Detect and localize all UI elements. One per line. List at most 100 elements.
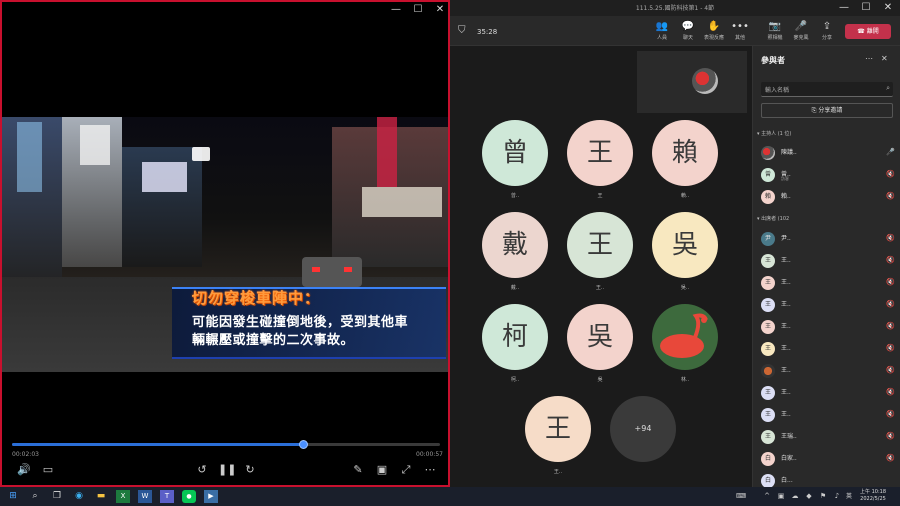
share-button[interactable]: ⇪ 分享 [815,21,839,41]
participant-tile[interactable]: 曾 [482,120,548,186]
participant-row[interactable]: 尹尹.. 🔇 [761,230,895,250]
participant-row[interactable]: 王王.. 🔇 [761,318,895,338]
overflow-count: +94 [634,424,652,433]
people-button[interactable]: 👥 人員 [650,21,674,41]
avatar: 王 [761,342,775,356]
organizers-header[interactable]: ▾ 主持人 (1 位) [757,130,791,137]
media-player-icon[interactable]: ▶ [204,490,218,503]
participant-row[interactable]: 王王.. 🔇 [761,274,895,294]
participant-row[interactable]: 王王.. 🔇 [761,384,895,404]
meeting-toolbar: ⛉ 35:28 👥 人員 💬 聊天 ✋ 表現反應 ••• 其他 📷 照相機 🎤 … [450,16,900,46]
avatar: 白 [761,452,775,466]
word-icon[interactable]: W [138,490,152,503]
close-icon[interactable]: ✕ [430,4,450,15]
excel-icon[interactable]: X [116,490,130,503]
participant-tile[interactable]: 吳 [567,304,633,370]
start-windows-icon[interactable]: ⊞ [6,490,20,503]
participant-tile[interactable] [652,304,718,370]
chevron-up-icon[interactable]: ^ [760,490,774,503]
participant-tile[interactable]: 柯 [482,304,548,370]
share-invite-label: 分享邀請 [818,107,843,114]
minimize-icon[interactable]: — [386,4,406,15]
maximize-icon[interactable]: ☐ [408,4,428,15]
teams-titlebar: 111.5.25.國防科技第1 - 4節 — ☐ ✕ [450,0,900,16]
reactions-button[interactable]: ✋ 表現反應 [702,21,726,41]
flag-icon[interactable]: ⚑ [816,490,830,503]
keyboard-icon[interactable]: ⌨ [734,490,748,503]
miniplayer-icon[interactable]: ▣ [374,462,390,478]
teams-meeting-window: 111.5.25.國防科技第1 - 4節 — ☐ ✕ ⛉ 35:28 👥 人員 … [450,0,900,487]
pause-icon[interactable]: ❚❚ [218,462,236,478]
hangup-icon: ☎ [857,28,867,35]
participant-row[interactable]: 賴 賴.. 🔇 [761,188,895,208]
participant-row[interactable]: 陳議.. 🎤 [761,144,895,164]
chat-label: 聊天 [682,35,693,41]
participant-row[interactable]: 王.. 🔇 [761,362,895,382]
participant-row[interactable]: 王王.. 🔇 [761,406,895,426]
tile-initial: 王 [586,138,613,168]
ime-language[interactable]: 英 [842,490,856,503]
participant-tile[interactable]: 賴 [652,120,718,186]
participant-tile[interactable]: 王 [567,212,633,278]
participant-row[interactable]: 白白家.. 🔇 [761,450,895,470]
tile-name: 王.. [595,285,605,291]
avatar: 尹 [761,232,775,246]
volume-icon[interactable]: 🔊 [16,462,32,478]
search-icon[interactable]: ⌕ [28,490,42,503]
avatar: 白 [761,474,775,487]
search-placeholder: 輸入名稱 [765,87,790,94]
attendees-header-label: 出席者 (102 [761,216,790,222]
forward-30-icon[interactable]: ↻ [242,462,258,478]
avatar [761,364,775,378]
more-options-button[interactable]: ••• 其他 [728,21,752,41]
teams-maximize-icon[interactable]: ☐ [856,2,876,13]
teams-close-icon[interactable]: ✕ [878,2,898,13]
pen-icon[interactable]: ✎ [350,462,366,478]
participant-role: 訪客 [781,176,789,181]
seek-thumb[interactable] [299,440,309,449]
teams-minimize-icon[interactable]: — [834,2,854,13]
mic-off-icon: 🔇 [886,170,895,178]
system-clock[interactable]: 上午 10:18 2022/5/25 [856,489,890,503]
participant-name: 王.. [781,257,791,264]
task-view-icon[interactable]: ❐ [50,490,64,503]
teams-tray-icon[interactable]: ▣ [774,490,788,503]
chat-icon: 💬 [681,21,695,32]
participant-name: 王.. [781,367,791,374]
participant-row[interactable]: 王王.. 🔇 [761,340,895,360]
rewind-10-icon[interactable]: ↺ [194,462,210,478]
line-icon[interactable]: ● [182,490,196,503]
participant-row[interactable]: 王王.. 🔇 [761,252,895,272]
mic-off-icon: 🔇 [886,256,895,264]
camera-button[interactable]: 📷 照相機 [763,21,787,41]
tile-name: 賴.. [680,193,690,199]
leave-button[interactable]: ☎ 離開 [845,24,891,39]
edge-icon[interactable]: ◉ [72,490,86,503]
mic-off-icon: 🔇 [886,432,895,440]
participant-row[interactable]: 王王.. 🔇 [761,296,895,316]
meeting-timer: 35:28 [477,28,498,36]
more-icon[interactable]: ⋯ [422,462,438,478]
mic-button[interactable]: 🎤 麥克風 [789,21,813,41]
share-invite-button[interactable]: ⎘ 分享邀請 [761,103,893,118]
file-explorer-icon[interactable]: ▬ [94,490,108,503]
overflow-tile[interactable]: +94 [610,396,676,462]
panel-more-icon[interactable]: ⋯ [865,54,873,63]
teams-icon[interactable]: T [160,490,174,503]
participant-row[interactable]: 白白... [761,472,895,487]
participant-search-input[interactable]: 輸入名稱 ⌕ [761,82,893,97]
attendees-header[interactable]: ▾ 出席者 (102 [757,215,789,222]
tile-name: 吳 [597,377,603,383]
participant-row[interactable]: 曾 曾.. 訪客 🔇 [761,166,895,186]
participant-tile[interactable]: 戴 [482,212,548,278]
chat-button[interactable]: 💬 聊天 [676,21,700,41]
participant-row[interactable]: 王王瑞.. 🔇 [761,428,895,448]
participant-tile[interactable]: 王 [567,120,633,186]
fullscreen-icon[interactable]: ⤢ [398,462,414,478]
cloud-icon[interactable]: ☁ [788,490,802,503]
tray-app-icon[interactable]: ◆ [802,490,816,503]
participant-tile[interactable]: 王 [525,396,591,462]
subtitles-icon[interactable]: ▭ [40,462,56,478]
panel-close-icon[interactable]: ✕ [881,54,888,63]
participant-tile[interactable]: 吳 [652,212,718,278]
